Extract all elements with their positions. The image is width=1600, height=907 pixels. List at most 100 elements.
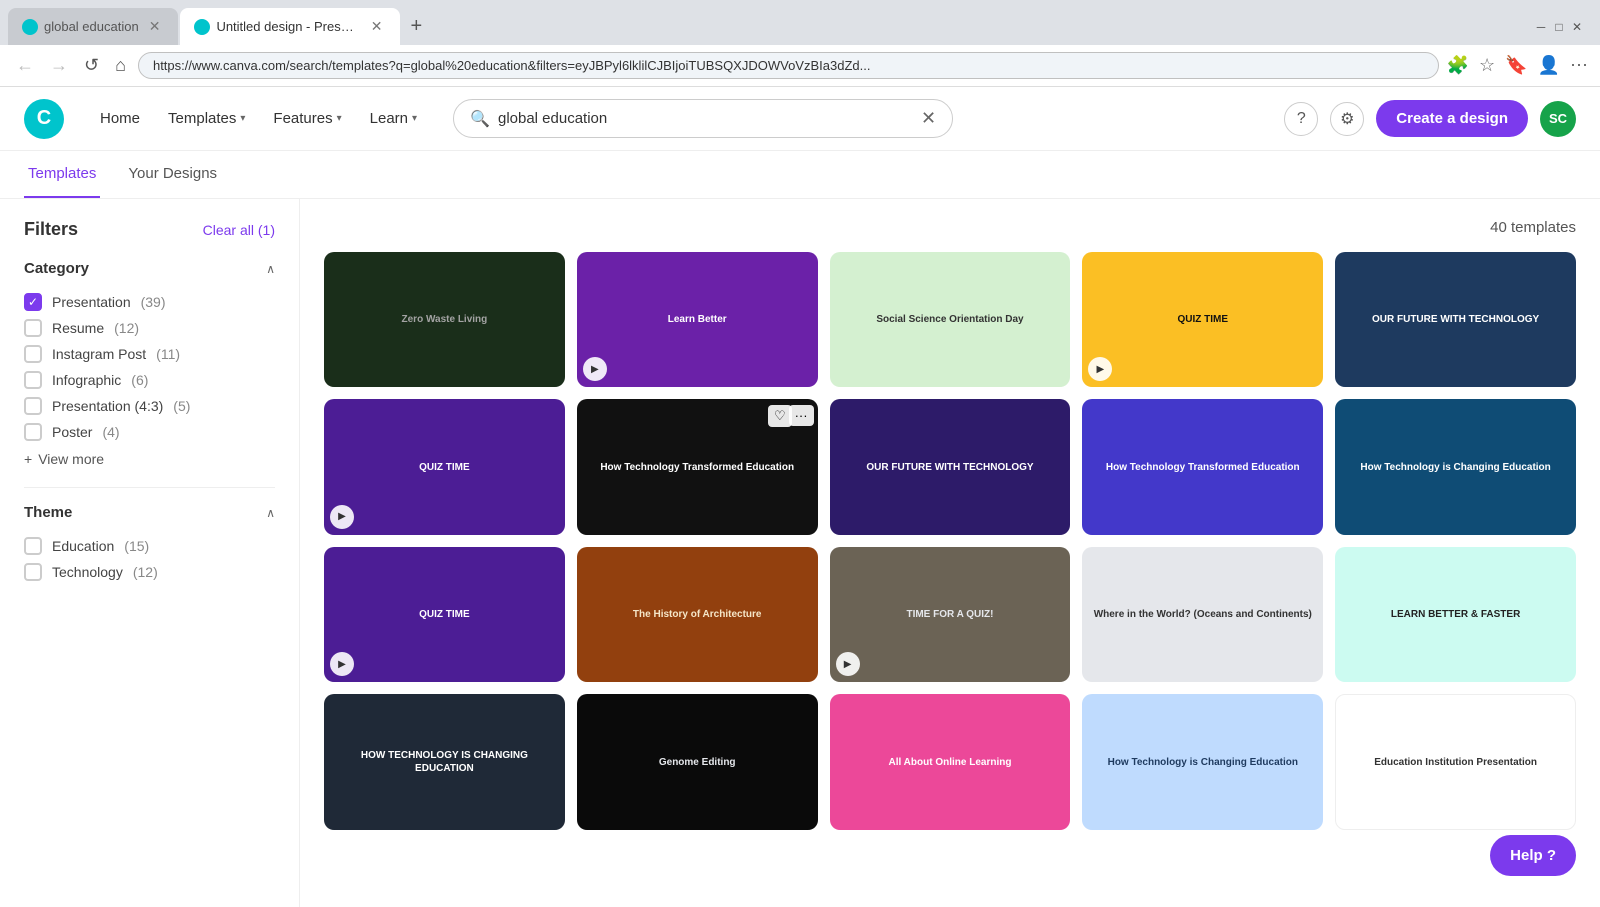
template-card[interactable]: HOW TECHNOLOGY IS CHANGING EDUCATION ♡ ·… — [324, 694, 565, 829]
home-button[interactable]: ⌂ — [111, 51, 130, 80]
chevron-up-icon: ∧ — [266, 262, 275, 276]
play-badge[interactable]: ▶ — [330, 505, 354, 529]
filter-item[interactable]: ✓ Presentation (39) — [24, 289, 275, 315]
filter-label: Presentation — [52, 294, 131, 310]
template-card[interactable]: All About Online Learning ♡ ··· — [830, 694, 1071, 829]
nav-learn[interactable]: Learn ▾ — [358, 102, 429, 135]
theme-section-header[interactable]: Theme ∧ — [24, 504, 275, 521]
play-badge[interactable]: ▶ — [836, 652, 860, 676]
template-card[interactable]: TIME FOR A QUIZ! ♡ ··· ▶ — [830, 547, 1071, 682]
back-button[interactable]: ← — [12, 51, 38, 80]
filter-item[interactable]: Resume (12) — [24, 315, 275, 341]
help-float-button[interactable]: Help ? — [1490, 835, 1576, 876]
chevron-down-icon: ▾ — [240, 113, 245, 124]
filter-item[interactable]: Infographic (6) — [24, 367, 275, 393]
window-controls: ─ □ ✕ — [1534, 20, 1592, 34]
template-card[interactable]: Education Institution Presentation ♡ ··· — [1335, 694, 1576, 829]
template-card[interactable]: The History of Architecture ♡ ··· — [577, 547, 818, 682]
profile-icon[interactable]: 👤 — [1538, 55, 1560, 76]
bookmark-icon[interactable]: 🔖 — [1505, 55, 1527, 76]
extensions-icon[interactable]: 🧩 — [1447, 55, 1469, 76]
tab-templates[interactable]: Templates — [24, 151, 100, 198]
nav-learn-label: Learn — [370, 110, 408, 127]
nav-templates[interactable]: Templates ▾ — [156, 102, 257, 135]
filter-count: (11) — [156, 346, 180, 362]
nav-templates-label: Templates — [168, 110, 236, 127]
template-card[interactable]: Zero Waste Living ♡ ··· — [324, 252, 565, 387]
checkbox[interactable] — [24, 397, 42, 415]
category-section: Category ∧ ✓ Presentation (39) Resume (1… — [24, 260, 275, 467]
clear-search-icon[interactable]: ✕ — [921, 108, 936, 129]
filter-item[interactable]: Instagram Post (11) — [24, 341, 275, 367]
refresh-button[interactable]: ↺ — [80, 51, 103, 80]
template-card[interactable]: Learn Better ♡ ··· ▶ — [577, 252, 818, 387]
browser-tab-2[interactable]: Untitled design - Presentation (1 ✕ — [180, 8, 400, 45]
view-more-button[interactable]: + View more — [24, 451, 275, 467]
template-card[interactable]: OUR FUTURE WITH TECHNOLOGY ♡ ··· — [1335, 252, 1576, 387]
checkbox[interactable] — [24, 563, 42, 581]
template-card[interactable]: How Technology Transformed Education ♡ ·… — [1082, 399, 1323, 534]
new-tab-button[interactable]: + — [402, 11, 430, 42]
browser-icons: 🧩 ☆ 🔖 👤 ⋯ — [1447, 55, 1588, 76]
canva-logo[interactable]: C — [24, 99, 64, 139]
template-card[interactable]: Social Science Orientation Day ♡ ··· — [830, 252, 1071, 387]
forward-button[interactable]: → — [46, 51, 72, 80]
theme-items: Education (15) Technology (12) — [24, 533, 275, 585]
template-card[interactable]: QUIZ TIME ♡ ··· ▶ — [1082, 252, 1323, 387]
category-section-header[interactable]: Category ∧ — [24, 260, 275, 277]
search-icon: 🔍 — [470, 109, 490, 129]
browser-chrome: global education ✕ Untitled design - Pre… — [0, 0, 1600, 87]
template-card[interactable]: Genome Editing ♡ ··· — [577, 694, 818, 829]
template-card[interactable]: LEARN BETTER & FASTER ♡ ··· — [1335, 547, 1576, 682]
chevron-down-icon: ▾ — [337, 113, 342, 124]
more-options-button[interactable]: ··· — [789, 405, 814, 426]
settings-button[interactable]: ⚙ — [1330, 102, 1364, 136]
filter-item[interactable]: Poster (4) — [24, 419, 275, 445]
template-count: 40 templates — [1490, 219, 1576, 236]
template-card[interactable]: OUR FUTURE WITH TECHNOLOGY ♡ ··· — [830, 399, 1071, 534]
template-card[interactable]: How Technology Transformed Education ♡ ·… — [577, 399, 818, 534]
category-section-title: Category — [24, 260, 89, 277]
checkbox[interactable] — [24, 319, 42, 337]
chevron-down-icon: ▾ — [412, 113, 417, 124]
nav-features[interactable]: Features ▾ — [261, 102, 353, 135]
checkbox[interactable] — [24, 537, 42, 555]
nav-links: Home Templates ▾ Features ▾ Learn ▾ — [88, 102, 429, 135]
tab-your-designs[interactable]: Your Designs — [124, 151, 221, 198]
template-card[interactable]: How Technology is Changing Education ♡ ·… — [1335, 399, 1576, 534]
help-button[interactable]: ? — [1284, 102, 1318, 136]
template-card[interactable]: QUIZ TIME ♡ ··· ▶ — [324, 547, 565, 682]
filter-label: Instagram Post — [52, 346, 146, 362]
create-design-button[interactable]: Create a design — [1376, 100, 1528, 137]
browser-tab-1[interactable]: global education ✕ — [8, 8, 178, 45]
filter-label: Technology — [52, 564, 123, 580]
maximize-button[interactable]: □ — [1552, 20, 1566, 34]
checkbox[interactable] — [24, 423, 42, 441]
address-input[interactable] — [138, 52, 1439, 79]
filter-count: (12) — [114, 320, 139, 336]
checkbox[interactable] — [24, 371, 42, 389]
filter-item[interactable]: Presentation (4:3) (5) — [24, 393, 275, 419]
clear-all-button[interactable]: Clear all (1) — [203, 222, 275, 238]
filter-count: (39) — [141, 294, 166, 310]
filters-title: Filters — [24, 219, 78, 240]
close-button[interactable]: ✕ — [1570, 20, 1584, 34]
filter-item[interactable]: Education (15) — [24, 533, 275, 559]
tab-close-1[interactable]: ✕ — [145, 16, 165, 37]
checkbox[interactable]: ✓ — [24, 293, 42, 311]
filter-label: Infographic — [52, 372, 121, 388]
template-card[interactable]: How Technology is Changing Education ♡ ·… — [1082, 694, 1323, 829]
template-card[interactable]: QUIZ TIME ♡ ··· ▶ — [324, 399, 565, 534]
menu-icon[interactable]: ⋯ — [1570, 55, 1588, 76]
template-card[interactable]: Where in the World? (Oceans and Continen… — [1082, 547, 1323, 682]
tab-close-2[interactable]: ✕ — [367, 16, 387, 37]
filter-label: Poster — [52, 424, 92, 440]
grid-area: 40 templates Zero Waste Living ♡ ··· Lea… — [300, 199, 1600, 907]
search-input[interactable] — [498, 110, 913, 127]
nav-home[interactable]: Home — [88, 102, 152, 135]
star-icon[interactable]: ☆ — [1479, 55, 1495, 76]
checkbox[interactable] — [24, 345, 42, 363]
divider — [24, 487, 275, 488]
filter-item[interactable]: Technology (12) — [24, 559, 275, 585]
minimize-button[interactable]: ─ — [1534, 20, 1548, 34]
